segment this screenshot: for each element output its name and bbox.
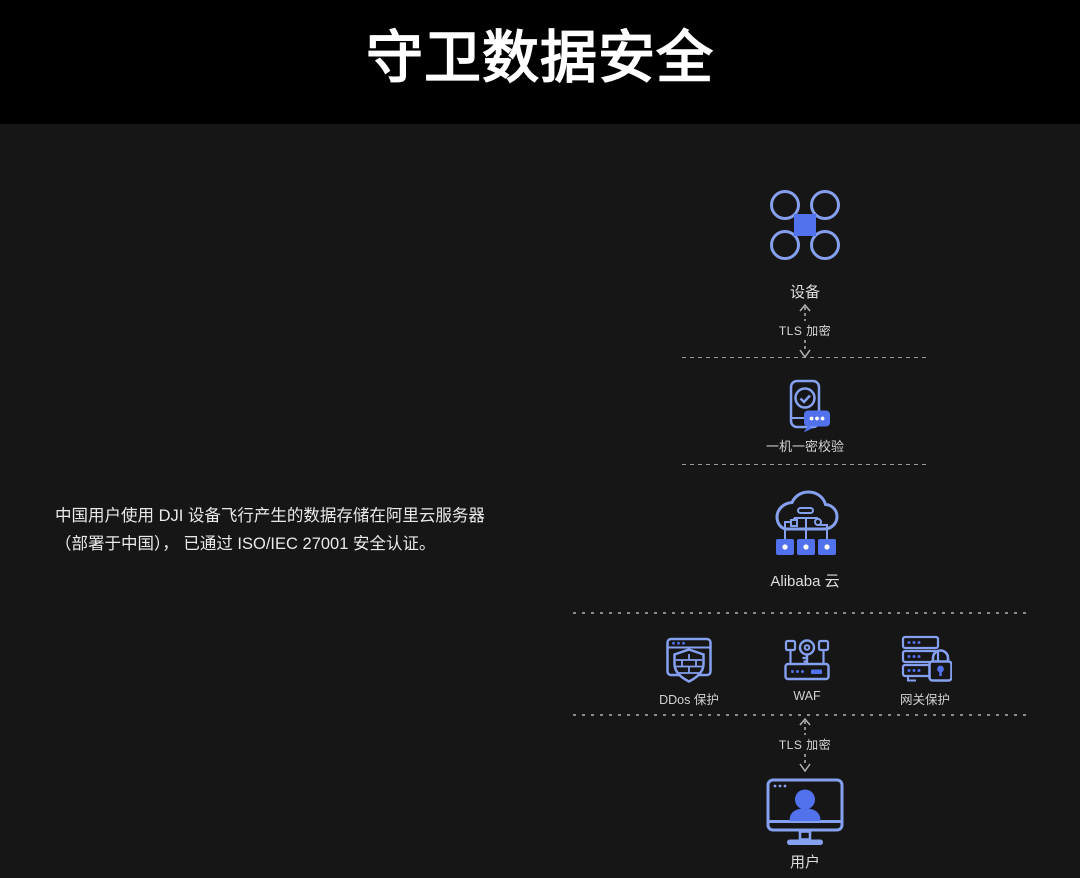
gateway-label: 网关保护 — [900, 689, 950, 708]
ddos-label: DDos 保护 — [659, 689, 719, 708]
tls-top-label: TLS 加密 — [779, 322, 831, 339]
dashed-divider — [573, 612, 1031, 614]
page: 守卫数据安全 中国用户使用 DJI 设备飞行产生的数据存储在阿里云服务器 （部署… — [0, 0, 1080, 878]
verification-label: 一机一密校验 — [766, 436, 844, 455]
phone-verify-icon — [778, 379, 832, 435]
intro-line-1: 中国用户使用 DJI 设备飞行产生的数据存储在阿里云服务器 — [55, 502, 485, 530]
firewall-shield-icon — [664, 634, 714, 684]
arrow-down-icon — [798, 754, 812, 772]
cloud-label: Alibaba 云 — [770, 570, 839, 591]
waf-label: WAF — [793, 689, 820, 703]
device-label: 设备 — [790, 281, 820, 302]
tls-bottom-label: TLS 加密 — [779, 736, 831, 753]
arrow-up-icon — [798, 717, 812, 735]
user-monitor-icon — [766, 778, 844, 846]
dashed-divider — [682, 464, 927, 465]
page-title: 守卫数据安全 — [0, 0, 1080, 94]
cloud-server-icon — [769, 489, 841, 559]
arrow-up-icon — [798, 303, 812, 321]
dashed-divider — [573, 714, 1031, 716]
gateway-protection-node: 网关保护 — [865, 634, 985, 708]
waf-node: WAF — [747, 634, 867, 703]
tls-encryption-link-top: TLS 加密 — [745, 303, 865, 358]
intro-text: 中国用户使用 DJI 设备飞行产生的数据存储在阿里云服务器 （部署于中国）， 已… — [55, 502, 485, 558]
content-section: 中国用户使用 DJI 设备飞行产生的数据存储在阿里云服务器 （部署于中国）， 已… — [0, 124, 1080, 878]
intro-line-2: （部署于中国）， 已通过 ISO/IEC 27001 安全认证。 — [55, 530, 485, 558]
server-lock-icon — [898, 634, 952, 684]
drone-icon — [768, 188, 842, 262]
user-label: 用户 — [790, 851, 820, 872]
arrow-down-icon — [798, 340, 812, 358]
dashed-divider — [682, 357, 927, 358]
tls-encryption-link-bottom: TLS 加密 — [745, 717, 865, 772]
waf-key-router-icon — [782, 635, 832, 683]
ddos-protection-node: DDos 保护 — [629, 634, 749, 708]
hero-header: 守卫数据安全 — [0, 0, 1080, 124]
